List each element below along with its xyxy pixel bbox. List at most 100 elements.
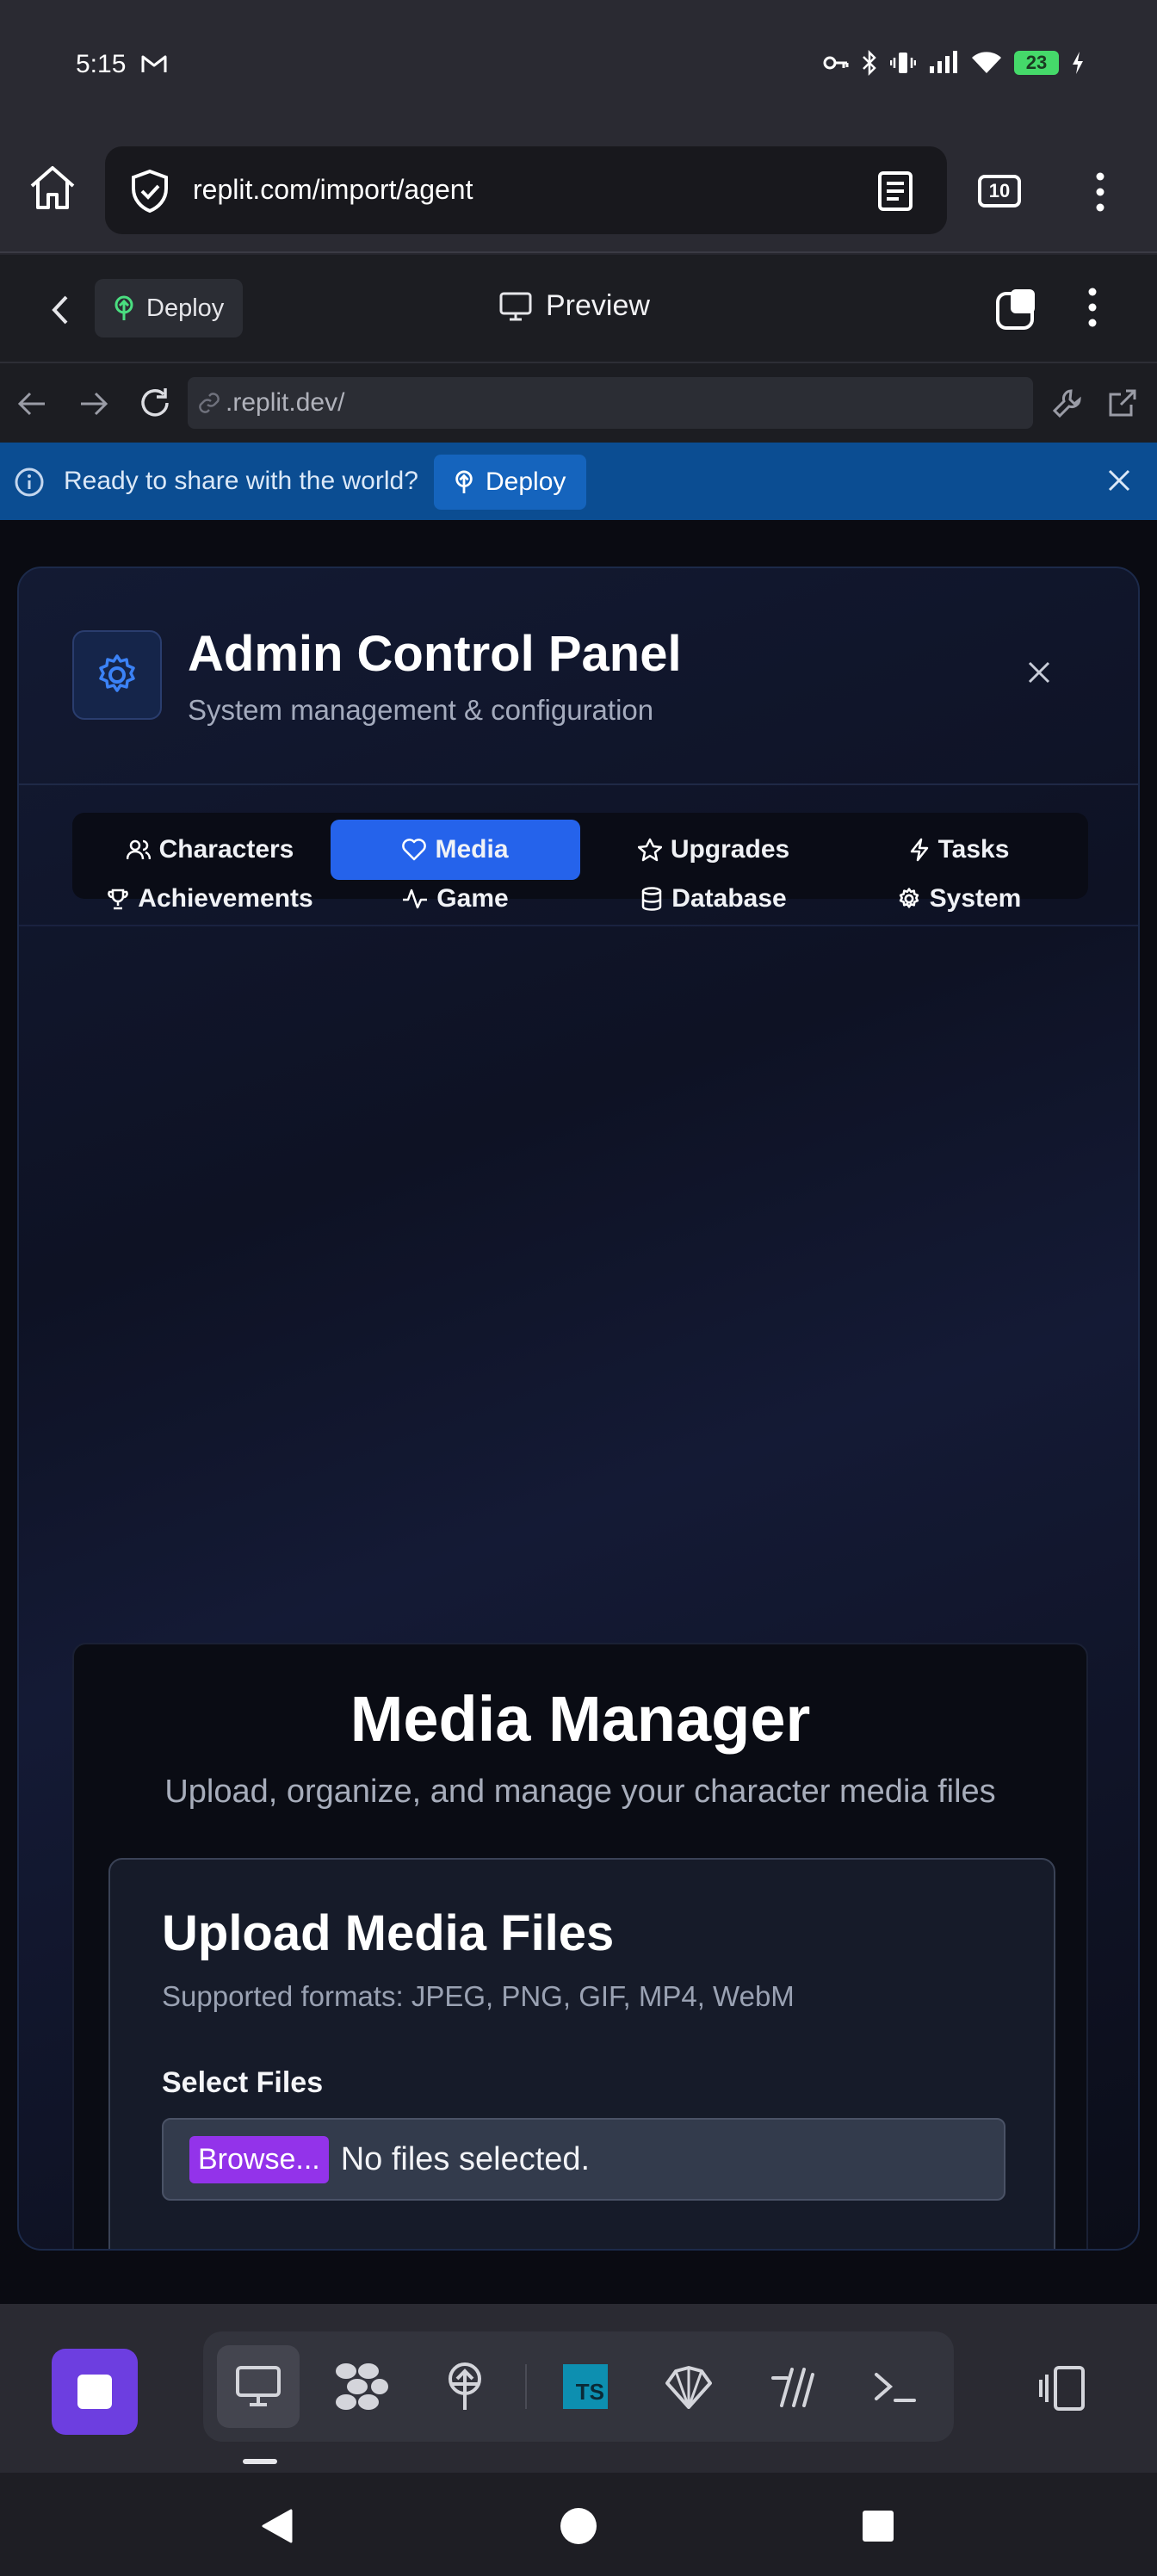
close-icon[interactable] [1028,661,1050,684]
media-manager-subtitle: Upload, organize, and manage your charac… [164,1774,996,1810]
nav-back-icon[interactable] [17,391,46,417]
back-icon[interactable] [258,2507,296,2545]
share-banner: Ready to share with the world? Deploy [0,443,1157,520]
tab-system[interactable]: System [847,880,1071,918]
shield-check-icon[interactable] [129,169,170,214]
signal-icon [928,51,959,75]
tab-count: 10 [988,180,1011,201]
tab-game[interactable]: Game [331,880,580,918]
wifi-icon [971,51,1002,75]
banner-deploy-button[interactable]: Deploy [434,455,587,510]
panel-title: Admin Control Panel [188,626,682,682]
deploy-icon[interactable] [424,2345,506,2428]
info-icon [14,467,45,498]
address-bar[interactable]: replit.com/import/agent [105,146,947,234]
gear-icon [94,652,140,698]
webview-url[interactable]: .replit.dev/ [226,388,344,418]
preview-icon[interactable] [217,2345,300,2428]
gmail-icon [141,53,167,74]
deploy-button[interactable]: Deploy [95,279,244,337]
tab-tasks[interactable]: Tasks [847,820,1071,880]
browse-button[interactable]: Browse... [189,2135,329,2183]
tab-switcher-button[interactable]: 10 [978,175,1021,207]
stop-button[interactable] [52,2349,138,2435]
tab-label: Media [435,835,509,864]
tab-database[interactable]: Database [589,880,838,918]
replit-toolbar: TS [0,2304,1157,2473]
open-external-icon[interactable] [1107,387,1138,418]
tab-media[interactable]: Media [331,820,580,880]
monitor-icon [499,292,532,321]
status-bar: 5:15 23 [0,0,1157,129]
media-manager-title: Media Manager [350,1683,811,1755]
tabs-divider [19,925,1138,926]
upload-title: Upload Media Files [162,1905,615,1961]
browser-toolbar: replit.com/import/agent 10 [0,129,1157,253]
admin-tabs: Characters Media Upgrades Tasks Achievem… [72,813,1088,913]
tab-label: Game [436,884,509,913]
workflows-icon[interactable] [320,2345,403,2428]
battery-icon: 23 [1014,51,1059,75]
gear-icon [897,887,921,911]
star-icon [637,838,662,862]
upload-card: Upload Media Files Supported formats: JP… [108,1858,1055,2249]
webview-nav: .replit.dev/ [0,363,1157,443]
close-icon[interactable] [1107,468,1131,492]
deploy-icon [453,469,475,495]
typescript-icon[interactable]: TS [544,2345,627,2428]
reload-icon[interactable] [138,386,172,420]
nav-forward-icon[interactable] [79,391,108,417]
recents-icon[interactable] [861,2509,895,2543]
tab-label: Tasks [937,835,1010,864]
tab-achievements[interactable]: Achievements [98,880,322,918]
file-input[interactable]: Browse... No files selected. [162,2118,1005,2201]
file-status: No files selected. [340,2140,591,2177]
tab-upgrades[interactable]: Upgrades [589,820,838,880]
panel-subtitle: System management & configuration [188,694,654,726]
tab-characters[interactable]: Characters [98,820,322,880]
banner-message: Ready to share with the world? [64,467,418,495]
wrench-icon[interactable] [1052,387,1083,418]
link-icon [198,392,220,414]
heart-icon [402,839,427,861]
more-vert-icon[interactable] [1087,288,1098,327]
media-manager-card: Media Manager Upload, organize, and mana… [72,1643,1088,2249]
git-icon[interactable] [751,2345,833,2428]
address-url[interactable]: replit.com/import/agent [193,174,473,206]
battery-level: 23 [1025,52,1048,73]
database-icon [640,887,663,911]
select-files-label: Select Files [162,2066,324,2099]
new-tab-icon[interactable] [995,286,1040,332]
vibrate-icon [890,51,916,75]
tool-group: TS [203,2331,954,2442]
panel-header: Admin Control Panel System management & … [19,568,1138,785]
tab-label: Characters [158,835,294,864]
shell-icon[interactable] [647,2345,730,2428]
tab-label: System [929,884,1022,913]
more-vert-icon[interactable] [1095,172,1105,212]
deploy-icon [112,295,136,321]
lightning-icon [909,838,930,862]
status-time: 5:15 [76,50,127,78]
tab-label: Achievements [138,884,313,913]
home-icon[interactable] [560,2507,597,2545]
trophy-icon [107,888,129,910]
home-icon[interactable] [28,164,77,212]
activity-icon [402,888,428,910]
webview-url-field[interactable]: .replit.dev/ [188,377,1033,429]
webview-content: Admin Control Panel System management & … [0,520,1157,2304]
stop-icon [76,2373,114,2411]
panel-toggle-icon[interactable] [1038,2364,1086,2412]
preview-label: Preview [546,289,650,322]
panel-logo [72,630,162,720]
upload-formats: Supported formats: JPEG, PNG, GIF, MP4, … [162,1980,795,2012]
key-icon [823,53,849,72]
bluetooth-icon [861,50,878,76]
back-chevron-icon[interactable] [50,294,71,325]
console-icon[interactable] [854,2345,937,2428]
ts-label: TS [575,2379,604,2405]
reader-mode-icon[interactable] [876,170,914,212]
deploy-label: Deploy [146,294,225,322]
replit-header: Deploy Preview [0,255,1157,363]
banner-deploy-label: Deploy [486,468,566,496]
